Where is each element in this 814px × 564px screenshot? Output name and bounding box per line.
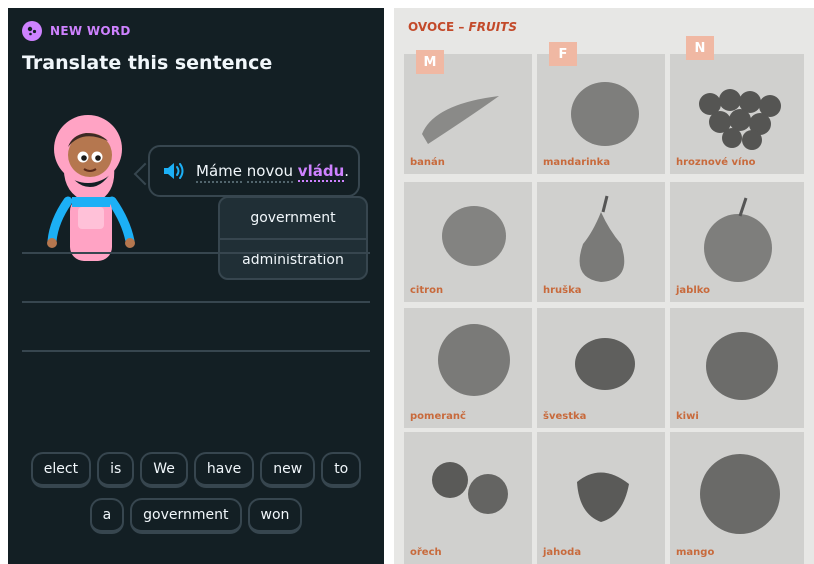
fruit-tile-kiwi: kiwi [670, 308, 804, 428]
fruit-label: švestka [543, 411, 587, 422]
word-vladu[interactable]: vládu [297, 162, 345, 182]
fruit-tile-svestka: švestka [537, 308, 665, 428]
sentence-text: Máme novou vládu. [196, 162, 350, 183]
fruit-label: jahoda [543, 547, 582, 558]
word-bank-row-1: elect is We have new to [22, 452, 370, 488]
word-chip-won[interactable]: won [247, 498, 303, 534]
gender-marker-m: M [416, 50, 444, 74]
page-title: Translate this sentence [22, 52, 273, 74]
heading-czech: OVOCE – [408, 20, 465, 34]
sentence-punctuation: . [344, 162, 350, 180]
fruit-tile-hruska: hruška [537, 182, 665, 302]
page-heading: OVOCE – FRUITS [408, 20, 517, 34]
language-app-screen: NEW WORD Translate this sentence Máme no… [8, 8, 384, 564]
character-illustration [42, 111, 142, 261]
word-chip-to[interactable]: to [321, 452, 362, 488]
gender-marker-f: F [549, 42, 577, 66]
fruit-tile-jablko: jablko [670, 182, 804, 302]
fruit-label: kiwi [676, 411, 699, 422]
badge-label: NEW WORD [50, 24, 131, 38]
answer-line [22, 350, 370, 352]
word-chip-is[interactable]: is [97, 452, 135, 488]
textbook-page-photo: OVOCE – FRUITS banán mandarinka hroznové… [394, 8, 814, 564]
new-word-badge: NEW WORD [22, 21, 131, 41]
tooltip-option-government: government [250, 210, 336, 226]
word-chip-new[interactable]: new [260, 452, 316, 488]
fruit-label: citron [410, 285, 444, 296]
word-mame[interactable]: Máme [196, 162, 242, 183]
fruit-label: mandarinka [543, 157, 611, 168]
fruit-label: mango [676, 547, 715, 558]
word-chip-government[interactable]: government [130, 498, 242, 534]
fruit-label: pomeranč [410, 411, 466, 422]
fruit-tile-orech: ořech [404, 432, 532, 564]
answer-line [22, 252, 370, 254]
fruit-label: jablko [676, 285, 711, 296]
speech-bubble: Máme novou vládu. [148, 145, 360, 197]
fruit-tile-citron: citron [404, 182, 532, 302]
word-chip-have[interactable]: have [193, 452, 255, 488]
fruit-tile-hroznove-vino: hroznové víno [670, 54, 804, 174]
word-chip-we[interactable]: We [140, 452, 188, 488]
fruit-label: hroznové víno [676, 157, 756, 168]
word-chip-a[interactable]: a [89, 498, 125, 534]
fruit-tile-mango: mango [670, 432, 804, 564]
translation-tooltip: government administration [218, 196, 368, 280]
fruit-tile-pomeranc: pomeranč [404, 308, 532, 428]
gender-marker-n: N [686, 36, 714, 60]
heading-english: FRUITS [468, 20, 518, 34]
fruit-label: ořech [410, 547, 442, 558]
word-bank-row-2: a government won [22, 498, 370, 534]
tooltip-option-administration: administration [220, 238, 366, 280]
fruit-label: hruška [543, 285, 582, 296]
word-chip-elect[interactable]: elect [30, 452, 92, 488]
fruit-tile-jahoda: jahoda [537, 432, 665, 564]
fruit-label: banán [410, 157, 445, 168]
speaker-icon[interactable] [162, 161, 186, 181]
word-novou[interactable]: novou [246, 162, 294, 183]
new-word-icon [22, 21, 42, 41]
answer-line [22, 301, 370, 303]
fruit-tile-mandarinka: mandarinka [537, 54, 665, 174]
